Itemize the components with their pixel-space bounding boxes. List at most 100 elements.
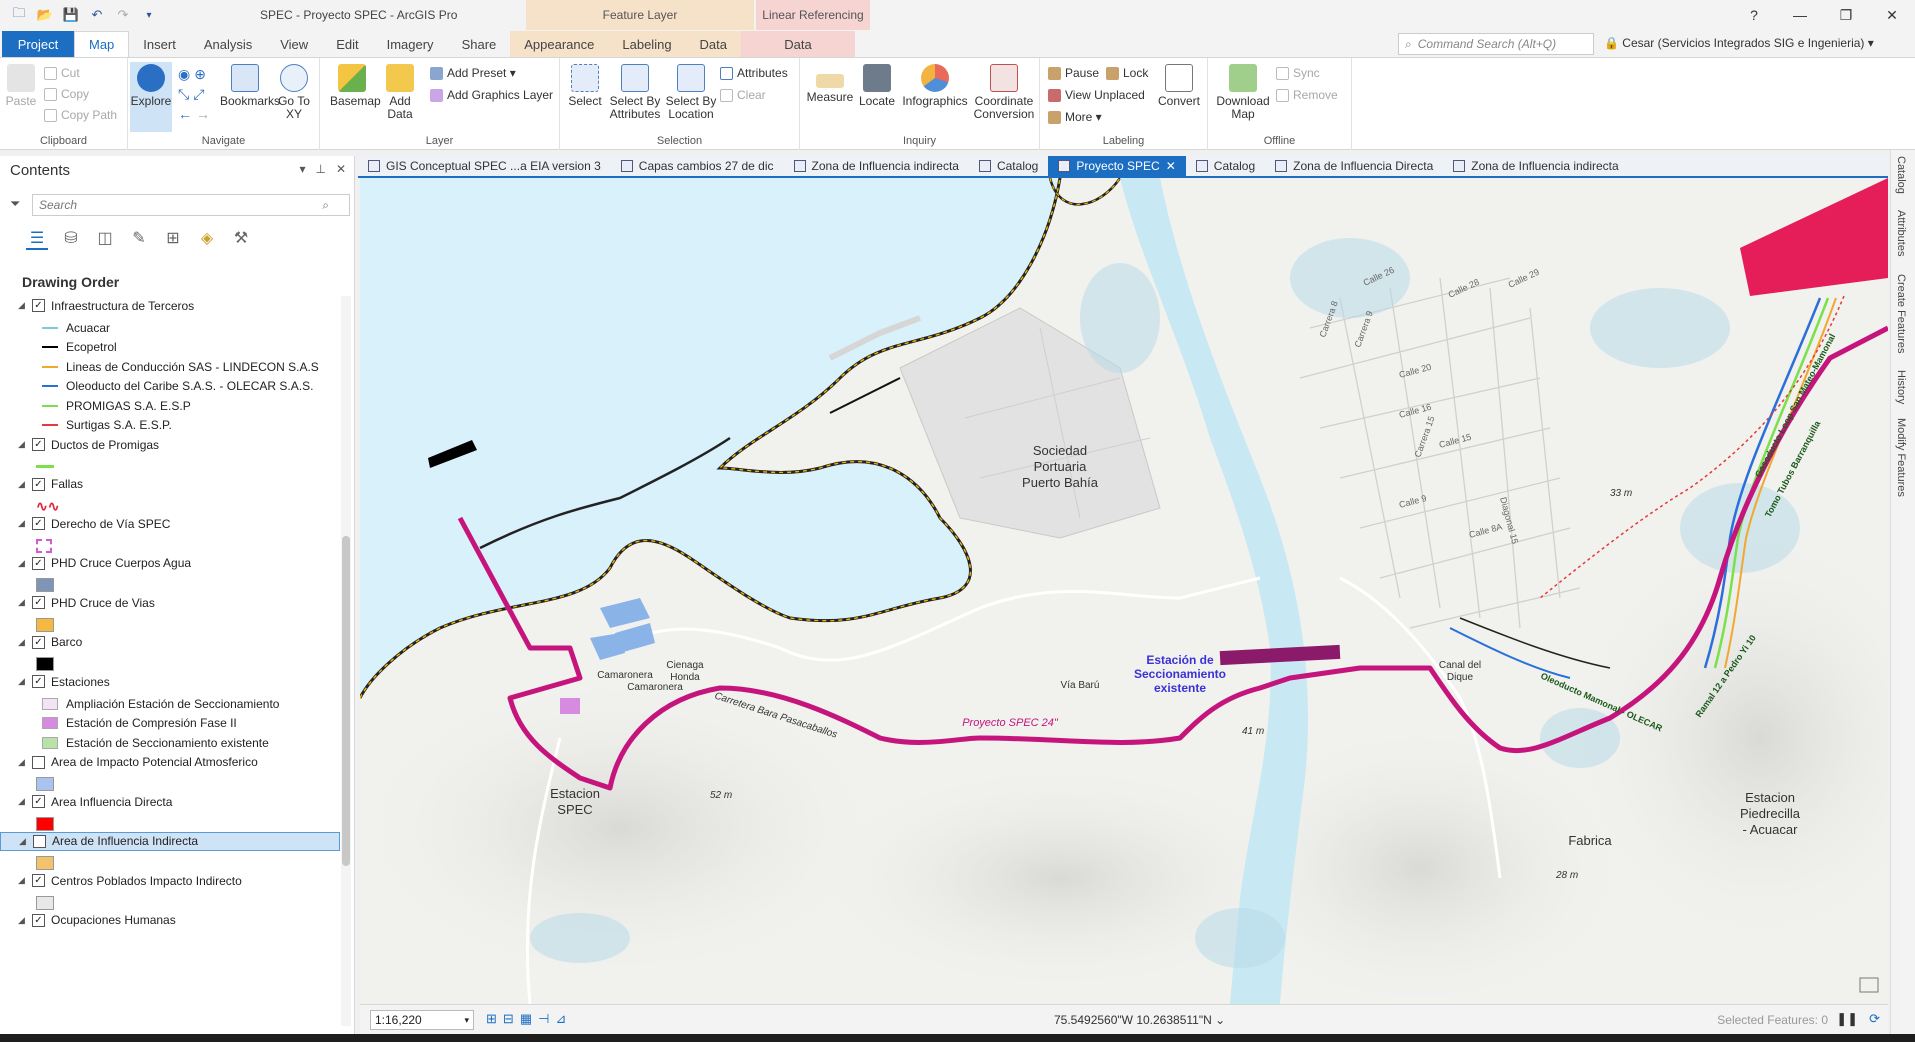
layer-row[interactable]: ◢ ✓ Centros Poblados Impacto Indirecto — [0, 871, 340, 890]
visibility-checkbox[interactable]: ✓ — [32, 556, 45, 570]
close-tab-icon[interactable]: ✕ — [1166, 159, 1176, 173]
redo-icon[interactable]: ↷ — [114, 7, 132, 23]
close-pane-icon[interactable]: ✕ — [336, 162, 346, 176]
map-view-tab[interactable]: Zona de Influencia indirecta — [784, 156, 969, 176]
dock-tab-create-features[interactable]: Create Features — [1895, 274, 1907, 353]
expand-icon[interactable]: ◢ — [18, 597, 32, 608]
expand-icon[interactable]: ◢ — [18, 676, 32, 687]
layer-row[interactable]: ◢ ✓ Barco — [0, 633, 340, 652]
visibility-checkbox[interactable]: ✓ — [32, 635, 45, 649]
undo-icon[interactable]: ↶ — [88, 7, 106, 23]
correction-icon[interactable]: ⊣ — [538, 1011, 549, 1027]
visibility-checkbox[interactable] — [32, 755, 45, 769]
add-graphics-layer-button[interactable]: Add Graphics Layer — [430, 88, 553, 102]
expand-icon[interactable]: ◢ — [18, 757, 32, 768]
map-view-tab[interactable]: Proyecto SPEC ✕ — [1048, 156, 1186, 176]
tab-edit[interactable]: Edit — [322, 31, 372, 57]
layer-row[interactable]: ◢ ✓ Fallas — [0, 475, 340, 494]
expand-icon[interactable]: ◢ — [18, 518, 32, 529]
paste-button[interactable]: Paste — [4, 64, 38, 108]
zoom-tools[interactable]: ◉ ⊕ — [178, 66, 206, 83]
expand-icon[interactable]: ◢ — [18, 915, 32, 926]
scale-input[interactable]: 1:16,220 ▾ — [370, 1010, 474, 1030]
new-project-icon[interactable]: 🗀 — [10, 4, 28, 26]
list-by-data-source-icon[interactable]: ⛁ — [60, 228, 82, 250]
bookmarks-button[interactable]: Bookmarks — [220, 64, 280, 108]
restore-button[interactable]: ❐ — [1823, 0, 1869, 30]
layer-row[interactable]: ◢ Area de Impacto Potencial Atmosferico — [0, 753, 340, 772]
close-button[interactable]: ✕ — [1869, 0, 1915, 30]
chevron-down-icon[interactable]: ⌄ — [1215, 1013, 1225, 1027]
visibility-checkbox[interactable]: ✓ — [32, 438, 45, 451]
dock-tab-attributes[interactable]: Attributes — [1895, 210, 1907, 256]
tab-map[interactable]: Map — [74, 31, 130, 57]
tab-project[interactable]: Project — [2, 31, 74, 57]
help-button[interactable]: ? — [1731, 0, 1777, 30]
minimize-button[interactable]: — — [1777, 0, 1823, 30]
expand-icon[interactable]: ◢ — [18, 300, 32, 311]
sync-view-icon[interactable]: ⊿ — [555, 1011, 566, 1027]
convert-labels-button[interactable]: Convert — [1156, 64, 1202, 108]
list-by-drawing-order-icon[interactable]: ☰ — [26, 228, 48, 250]
copy-button[interactable]: Copy — [44, 87, 89, 101]
layer-row[interactable]: ◢ ✓ PHD Cruce de Vias — [0, 593, 340, 612]
coordinate-conversion-button[interactable]: Coordinate Conversion — [972, 64, 1036, 121]
snapping-icon[interactable]: ⊞ — [486, 1011, 497, 1027]
layer-row[interactable]: ◢ Area de Influencia Indirecta — [0, 831, 340, 851]
attributes-button[interactable]: Attributes — [720, 66, 788, 80]
expand-icon[interactable]: ◢ — [18, 479, 32, 490]
map-view-tab[interactable]: Zona de Influencia indirecta — [1443, 156, 1628, 176]
tab-data-feature-layer[interactable]: Data — [685, 31, 742, 57]
remove-button[interactable]: Remove — [1276, 88, 1338, 102]
pane-options-icon[interactable]: ▾ — [299, 162, 305, 176]
map-view-tab[interactable]: GIS Conceptual SPEC ...a EIA version 3 — [358, 156, 611, 176]
select-by-location-button[interactable]: Select By Location — [664, 64, 718, 121]
dock-tab-history[interactable]: History — [1895, 370, 1907, 404]
map-view-tab[interactable]: Catalog — [1186, 156, 1265, 176]
scrollbar-thumb[interactable] — [342, 536, 350, 866]
expand-icon[interactable]: ◢ — [18, 796, 32, 807]
more-labeling-button[interactable]: More ▾ — [1048, 110, 1102, 124]
visibility-checkbox[interactable]: ✓ — [32, 675, 45, 688]
expand-icon[interactable]: ◢ — [18, 439, 32, 450]
map-view-tab[interactable]: Capas cambios 27 de dic — [611, 156, 784, 176]
add-preset-button[interactable]: Add Preset ▾ — [430, 66, 516, 80]
select-button[interactable]: Select — [566, 64, 604, 108]
visibility-checkbox[interactable] — [33, 834, 46, 848]
explore-button[interactable]: Explore — [130, 62, 172, 132]
locate-button[interactable]: Locate — [856, 64, 898, 108]
download-map-button[interactable]: Download Map — [1214, 64, 1272, 121]
tab-appearance[interactable]: Appearance — [510, 31, 609, 57]
tab-imagery[interactable]: Imagery — [373, 31, 448, 57]
tab-labeling[interactable]: Labeling — [608, 31, 686, 57]
tab-data-linear-referencing[interactable]: Data — [741, 31, 856, 57]
layer-row[interactable]: ◢ ✓ Infraestructura de Terceros — [0, 296, 340, 315]
map-view[interactable]: Sociedad Portuaria Puerto Bahía Estacion… — [360, 178, 1888, 1004]
map-view-tab[interactable]: Zona de Influencia Directa — [1265, 156, 1443, 176]
customize-qat-icon[interactable]: ▾ — [140, 10, 158, 21]
visibility-checkbox[interactable]: ✓ — [32, 299, 45, 312]
visibility-checkbox[interactable]: ✓ — [32, 596, 45, 609]
layer-row[interactable]: ◢ ✓ Ductos de Promigas — [0, 435, 340, 454]
list-by-perspective-icon[interactable]: ⚒ — [230, 228, 252, 250]
tab-view[interactable]: View — [266, 31, 322, 57]
layer-row[interactable]: ◢ ✓ Ocupaciones Humanas — [0, 911, 340, 930]
previous-next-extent[interactable]: ← → — [178, 106, 210, 122]
visibility-checkbox[interactable]: ✓ — [32, 874, 45, 887]
expand-icon[interactable]: ◢ — [19, 836, 33, 847]
map-view-tab[interactable]: Catalog — [969, 156, 1048, 176]
pause-labels-button[interactable]: Pause — [1048, 66, 1099, 80]
list-by-snapping-icon[interactable]: ⊞ — [162, 228, 184, 250]
constraints-icon[interactable]: ▦ — [520, 1011, 532, 1027]
tab-analysis[interactable]: Analysis — [190, 31, 266, 57]
pin-icon[interactable]: ⊥ — [315, 162, 325, 176]
open-project-icon[interactable]: 📂 — [36, 7, 54, 23]
pause-drawing-icon[interactable]: ❚❚ — [1836, 1011, 1858, 1027]
list-by-selection-icon[interactable]: ◫ — [94, 228, 116, 250]
visibility-checkbox[interactable]: ✓ — [32, 913, 45, 927]
map-canvas[interactable]: Sociedad Portuaria Puerto Bahía Estacion… — [360, 178, 1888, 1004]
grid-icon[interactable]: ⊟ — [503, 1011, 514, 1027]
dock-tab-catalog[interactable]: Catalog — [1895, 156, 1907, 194]
expand-icon[interactable]: ◢ — [18, 558, 32, 569]
select-by-attributes-button[interactable]: Select By Attributes — [608, 64, 662, 121]
